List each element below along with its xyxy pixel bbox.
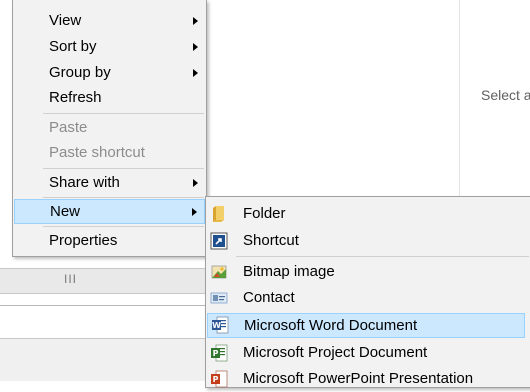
menu-item-label: Sort by: [49, 38, 97, 55]
menu-item-label: View: [49, 12, 82, 29]
submenu-item-label: Contact: [243, 289, 295, 306]
svg-text:P: P: [213, 349, 219, 358]
submenu-separator: [236, 256, 529, 257]
submenu-item-label: Microsoft Project Document: [243, 344, 428, 361]
menu-item-sort-by[interactable]: Sort by: [13, 35, 206, 60]
submenu-item-project-document[interactable]: P Microsoft Project Document: [206, 341, 530, 366]
menu-separator: [43, 226, 204, 227]
menu-item-label: Group by: [49, 64, 111, 81]
menu-separator: [43, 197, 204, 198]
word-document-icon: W: [212, 316, 229, 334]
context-menu: View Sort by Group by Refresh Paste Past…: [12, 0, 207, 257]
project-document-icon: P: [211, 344, 228, 362]
menu-item-label: Properties: [49, 232, 118, 249]
submenu-item-bitmap-image[interactable]: Bitmap image: [206, 260, 530, 285]
new-submenu: Folder Shortcut Bitmap image Contact W M…: [205, 196, 530, 388]
menu-item-label: Share with: [49, 174, 120, 191]
menu-item-paste[interactable]: Paste: [13, 116, 206, 141]
powerpoint-icon: P: [211, 370, 228, 388]
submenu-arrow-icon: [193, 43, 198, 51]
menu-item-paste-shortcut[interactable]: Paste shortcut: [13, 141, 206, 166]
preview-pane-text: Select a: [481, 87, 530, 103]
menu-item-group-by[interactable]: Group by: [13, 61, 206, 86]
menu-item-properties[interactable]: Properties: [13, 229, 206, 254]
submenu-item-label: Bitmap image: [243, 263, 335, 280]
shortcut-icon: [210, 232, 228, 250]
submenu-arrow-icon: [193, 69, 198, 77]
menu-item-view[interactable]: View: [13, 9, 206, 34]
folder-icon: [213, 206, 224, 222]
menu-item-label: Paste: [49, 119, 88, 136]
menu-item-share-with[interactable]: Share with: [13, 171, 206, 196]
contact-card-icon: [210, 292, 228, 304]
scrollbar-grip[interactable]: III: [64, 272, 77, 286]
submenu-item-shortcut[interactable]: Shortcut: [206, 229, 530, 254]
submenu-item-label: Microsoft Word Document: [244, 317, 418, 334]
bitmap-image-icon: [211, 265, 227, 279]
submenu-item-label: Folder: [243, 205, 286, 222]
menu-item-label: New: [50, 203, 81, 220]
menu-item-label: Paste shortcut: [49, 144, 145, 161]
submenu-arrow-icon: [192, 208, 197, 216]
submenu-arrow-icon: [193, 179, 198, 187]
submenu-arrow-icon: [193, 17, 198, 25]
submenu-item-word-document[interactable]: W Microsoft Word Document: [207, 313, 525, 338]
submenu-item-contact[interactable]: Contact: [206, 286, 530, 311]
menu-item-refresh[interactable]: Refresh: [13, 86, 206, 111]
submenu-item-folder[interactable]: Folder: [206, 202, 530, 227]
menu-separator: [43, 113, 204, 114]
menu-item-new[interactable]: New: [14, 199, 205, 224]
menu-separator: [43, 168, 204, 169]
submenu-item-label: Shortcut: [243, 232, 299, 249]
menu-item-label: Refresh: [49, 89, 102, 106]
svg-text:W: W: [212, 321, 221, 330]
submenu-item-label: Microsoft PowerPoint Presentation: [243, 370, 474, 387]
